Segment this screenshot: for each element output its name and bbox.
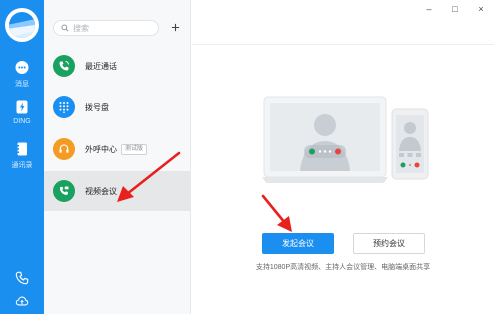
search-input[interactable] bbox=[73, 23, 153, 33]
maximize-button[interactable]: □ bbox=[442, 0, 468, 18]
rail-item-contacts[interactable]: 通讯录 bbox=[0, 141, 44, 175]
window-controls: – □ × bbox=[414, 0, 494, 18]
start-meeting-button[interactable]: 发起会议 bbox=[262, 233, 334, 254]
rail-item-messages[interactable]: 消息 bbox=[0, 60, 44, 94]
left-rail: 消息 DING 通讯录 bbox=[0, 0, 44, 314]
feature-description: 支持1080P高清视频、主持人会议管理、电脑端桌面共享 bbox=[255, 264, 431, 271]
video-conference-illustration bbox=[262, 96, 429, 183]
plus-icon bbox=[171, 21, 180, 35]
annotation-arrow-button bbox=[261, 194, 292, 232]
phone-recent-icon bbox=[53, 55, 75, 77]
rail-label-ding: DING bbox=[13, 118, 31, 125]
rail-label-messages: 消息 bbox=[15, 81, 29, 88]
contacts-icon bbox=[14, 141, 30, 157]
list-item-label: 最近通话 bbox=[85, 61, 117, 71]
schedule-meeting-button[interactable]: 预约会议 bbox=[353, 233, 425, 254]
close-icon: × bbox=[478, 4, 484, 14]
close-button[interactable]: × bbox=[468, 0, 494, 18]
rail-item-phone[interactable] bbox=[0, 270, 44, 290]
list-item-label: 拨号盘 bbox=[85, 102, 109, 112]
rail-label-contacts: 通讯录 bbox=[11, 162, 33, 169]
cloud-icon bbox=[14, 293, 30, 309]
video-call-icon bbox=[53, 180, 75, 202]
list-item-dialpad[interactable]: 拨号盘 bbox=[44, 87, 190, 127]
app-logo[interactable] bbox=[5, 8, 39, 42]
annotation-arrow-list bbox=[117, 151, 181, 202]
add-button[interactable] bbox=[167, 20, 184, 36]
dialpad-icon bbox=[53, 96, 75, 118]
rail-item-cloud[interactable] bbox=[0, 293, 44, 311]
rail-item-ding[interactable]: DING bbox=[0, 99, 44, 133]
search-box[interactable] bbox=[53, 20, 159, 36]
video-meeting-panel: – □ × 发起会议 预约会议 支持1080P高清视频、主持人会议管理、电脑端桌… bbox=[192, 0, 494, 314]
chat-icon bbox=[14, 60, 30, 76]
minimize-icon: – bbox=[426, 4, 432, 14]
minimize-button[interactable]: – bbox=[416, 0, 442, 18]
phone-icon bbox=[14, 270, 30, 286]
header-divider bbox=[192, 44, 494, 45]
headset-icon bbox=[53, 138, 75, 160]
ding-icon bbox=[14, 99, 30, 115]
list-item-recent-calls[interactable]: 最近通话 bbox=[44, 46, 190, 86]
search-icon bbox=[61, 19, 69, 37]
maximize-icon: □ bbox=[452, 4, 458, 14]
